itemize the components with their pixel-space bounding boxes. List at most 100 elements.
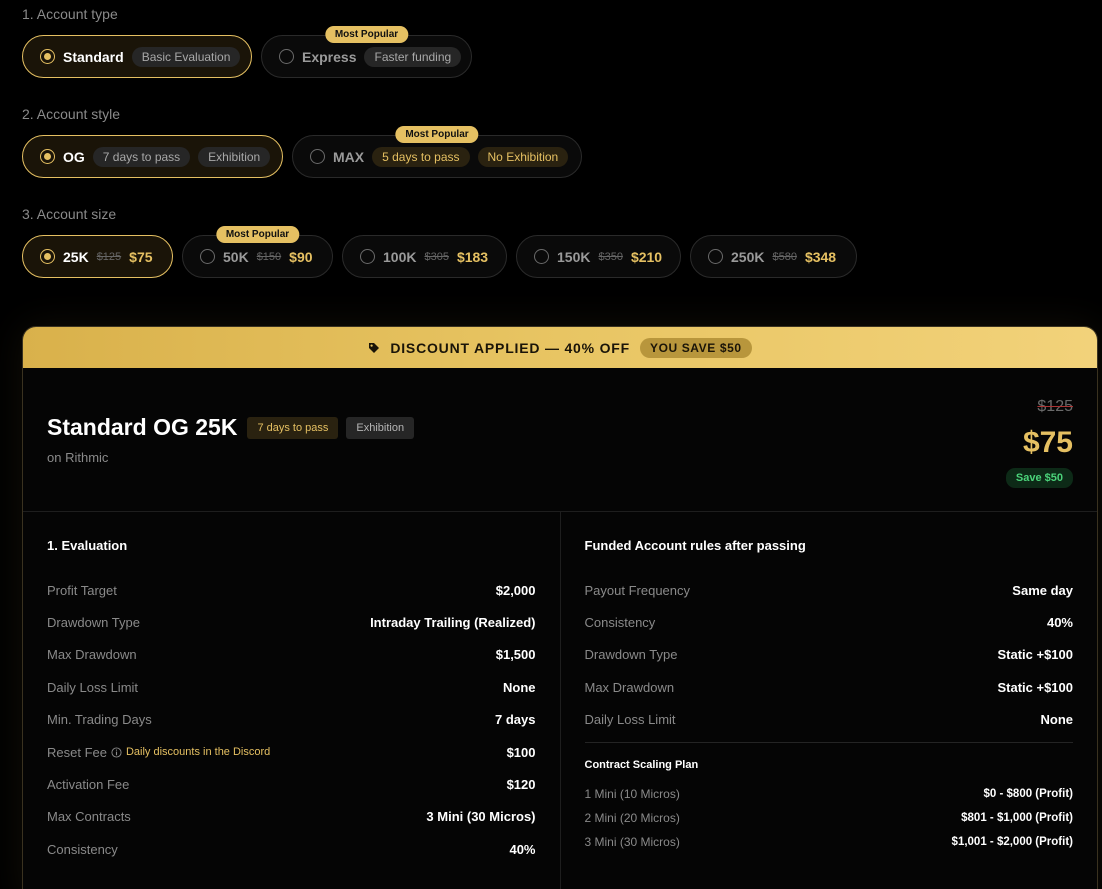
you-save-pill: YOU SAVE $50 xyxy=(639,337,752,358)
funded-rows: Payout Frequency Same day Consistency 40% Dr… xyxy=(585,574,1074,736)
row-label-text: Drawdown Type xyxy=(584,647,678,663)
account-type-express[interactable]: Most Popular Express Faster funding xyxy=(261,26,472,78)
old-price: $150 xyxy=(256,250,282,263)
funded-title: Funded Account rules after passing xyxy=(584,538,806,553)
row-label-text: Activation Fee xyxy=(47,777,130,793)
most-popular-badge: Most Popular xyxy=(215,226,300,243)
row-value: Static +$100 xyxy=(997,679,1073,695)
table-row: Max Drawdown Static +$100 xyxy=(585,671,1074,703)
row-label-text: Daily Loss Limit xyxy=(584,712,676,728)
table-row: Activation Fee $120 xyxy=(47,768,536,800)
row-value: $100 xyxy=(506,744,536,760)
account-size-label: 3. Account size xyxy=(22,206,117,222)
evaluation-rows: Profit Target $2,000 Drawdown Type Intraday… xyxy=(47,574,536,866)
option-name: 250K xyxy=(731,248,765,265)
row-value: Intraday Trailing (Realized) xyxy=(370,615,536,631)
row-label: Max Drawdown xyxy=(47,647,137,662)
row-label: Profit Target xyxy=(47,583,117,598)
row-label: 2 Mini (20 Micros) xyxy=(585,811,680,825)
account-size-50k[interactable]: Most Popular 50K $150 $90 xyxy=(182,226,333,278)
option-chip: 5 days to pass xyxy=(372,146,470,167)
row-value: $1,001 - $2,000 (Profit) xyxy=(951,836,1073,848)
account-style-og[interactable]: OG 7 days to pass Exhibition xyxy=(22,135,283,178)
scaling-plan-title: Contract Scaling Plan xyxy=(584,759,699,771)
row-label: Payout Frequency xyxy=(585,583,691,598)
plan-title: Standard OG 25K xyxy=(47,414,238,440)
option-name: 150K xyxy=(557,248,591,265)
row-value: $2,000 xyxy=(495,582,536,598)
row-value: $801 - $1,000 (Profit) xyxy=(961,812,1073,824)
tag-icon xyxy=(369,342,380,353)
option-name: Standard xyxy=(63,48,124,65)
row-label: Max Drawdown xyxy=(585,680,675,695)
table-row: Profit Target $2,000 xyxy=(47,574,536,606)
row-label-text: Reset Fee xyxy=(47,744,107,760)
option-chip: Exhibition xyxy=(198,146,271,167)
option-name: Express xyxy=(302,48,357,65)
evaluation-column: 1. Evaluation Profit Target $2,000 Drawdow… xyxy=(23,512,561,889)
divider xyxy=(584,742,1073,743)
row-value: 40% xyxy=(509,841,536,857)
option-chip: Faster funding xyxy=(364,46,462,67)
row-label-text: Daily Loss Limit xyxy=(47,679,139,695)
account-size-25k[interactable]: 25K $125 $75 xyxy=(22,235,173,278)
account-size-250k[interactable]: 250K $580 $348 xyxy=(690,235,857,278)
row-label-text: 3 Mini (30 Micros) xyxy=(584,835,680,849)
account-size-150k[interactable]: 150K $350 $210 xyxy=(516,235,681,278)
plan-title-row: Standard OG 25K 7 days to pass Exhibitio… xyxy=(47,414,415,441)
plan-summary-card: DISCOUNT APPLIED — 40% OFF YOU SAVE $50 … xyxy=(22,326,1098,889)
table-row: Payout Frequency Same day xyxy=(585,574,1074,606)
platform-subtitle: on Rithmic xyxy=(47,450,109,465)
table-row: Drawdown Type Static +$100 xyxy=(585,639,1074,671)
option-name: 50K xyxy=(223,248,249,265)
row-value: $1,500 xyxy=(495,647,536,663)
account-style-label: 2. Account style xyxy=(22,106,121,122)
row-label: 3 Mini (30 Micros) xyxy=(585,835,680,849)
row-label: Consistency xyxy=(47,842,118,857)
row-value: $0 - $800 (Profit) xyxy=(983,788,1073,800)
option-chip: No Exhibition xyxy=(477,146,569,167)
price: $183 xyxy=(456,248,489,265)
radio-icon xyxy=(534,249,549,264)
most-popular-badge: Most Popular xyxy=(395,126,479,143)
row-label-text: Max Contracts xyxy=(47,809,131,825)
discounted-price: $75 xyxy=(1022,426,1073,459)
row-value: 7 days xyxy=(495,712,536,728)
discount-banner: DISCOUNT APPLIED — 40% OFF YOU SAVE $50 xyxy=(23,327,1097,368)
row-label-text: Max Drawdown xyxy=(584,679,675,695)
old-price: $305 xyxy=(424,250,449,263)
row-value: 40% xyxy=(1046,615,1073,631)
row-label-text: Profit Target xyxy=(47,582,117,598)
row-label: Daily Loss Limit xyxy=(47,680,138,695)
account-type-standard[interactable]: Standard Basic Evaluation xyxy=(22,35,252,78)
option-chip: 7 days to pass xyxy=(92,146,191,167)
plan-header: Standard OG 25K 7 days to pass Exhibitio… xyxy=(23,368,1097,512)
table-row: Reset Fee Daily discounts in the Discord $… xyxy=(47,736,536,768)
option-name: 100K xyxy=(383,248,417,265)
row-label: Reset Fee Daily discounts in the Discord xyxy=(47,745,270,760)
option-name: 25K xyxy=(63,248,89,265)
table-row: Daily Loss Limit None xyxy=(47,671,536,703)
radio-selected-icon xyxy=(40,249,55,264)
table-row: Min. Trading Days 7 days xyxy=(47,704,536,736)
radio-icon xyxy=(708,249,723,264)
discord-note: Daily discounts in the Discord xyxy=(125,746,271,759)
row-label-text: 2 Mini (20 Micros) xyxy=(584,811,680,825)
radio-selected-icon xyxy=(40,49,55,64)
account-size-100k[interactable]: 100K $305 $183 xyxy=(342,235,507,278)
row-label-text: Drawdown Type xyxy=(47,615,140,631)
radio-selected-icon xyxy=(40,149,55,164)
option-name: MAX xyxy=(333,148,365,165)
radio-icon xyxy=(279,49,294,64)
rules-columns: 1. Evaluation Profit Target $2,000 Drawdow… xyxy=(23,512,1097,889)
account-style-options: OG 7 days to pass Exhibition Most Popula… xyxy=(22,126,582,178)
row-value: $120 xyxy=(506,777,536,793)
row-label: Daily Loss Limit xyxy=(585,712,676,727)
row-label-text: Min. Trading Days xyxy=(47,712,152,728)
info-icon[interactable] xyxy=(111,747,122,758)
price: $210 xyxy=(630,248,663,265)
account-style-max[interactable]: Most Popular MAX 5 days to pass No Exhib… xyxy=(292,126,582,178)
evaluation-title: 1. Evaluation xyxy=(47,538,128,553)
row-label-text: Payout Frequency xyxy=(584,582,691,598)
table-row: Drawdown Type Intraday Trailing (Realized… xyxy=(47,606,536,638)
